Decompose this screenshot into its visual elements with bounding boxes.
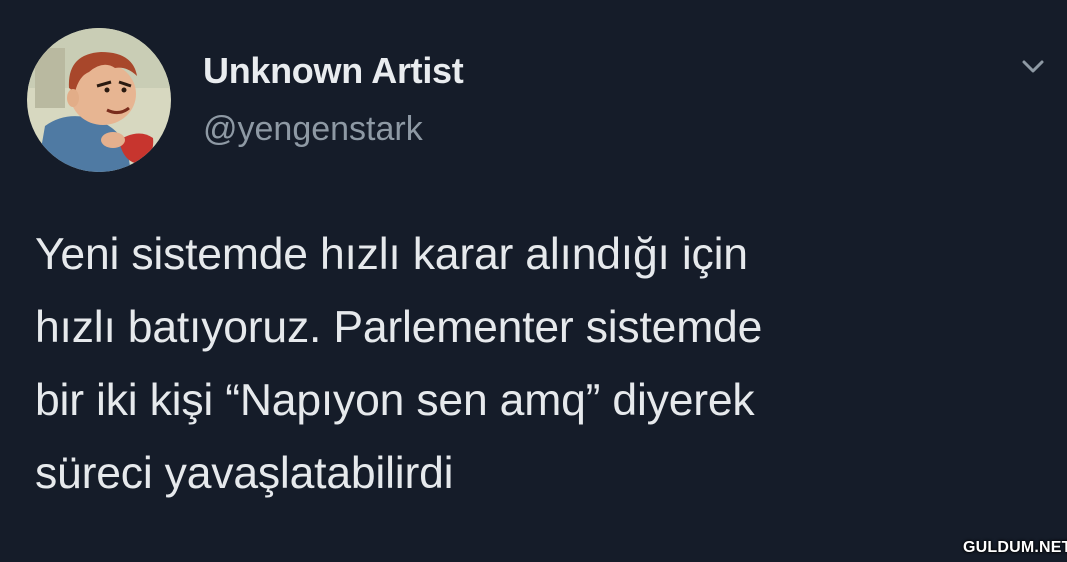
tweet-card: Unknown Artist @yengenstark Yeni sistemd… (0, 0, 1067, 562)
tweet-text-line: Yeni sistemde hızlı karar alındığı için (35, 230, 748, 279)
author-display-name[interactable]: Unknown Artist (203, 50, 464, 92)
watermark: GULDUM.NET (963, 539, 1067, 556)
tweet-menu-button[interactable] (1015, 52, 1051, 82)
chevron-down-icon (1022, 60, 1044, 73)
tweet-text-line: süreci yavaşlatabilirdi (35, 449, 454, 498)
avatar-image (27, 28, 171, 172)
tweet-text: Yeni sistemde hızlı karar alındığı için … (35, 218, 1045, 510)
tweet-text-line: bir iki kişi “Napıyon sen amq” diyerek (35, 376, 755, 425)
avatar[interactable] (27, 28, 171, 172)
author-handle[interactable]: @yengenstark (203, 110, 423, 149)
tweet-text-line: hızlı batıyoruz. Parlementer sistemde (35, 303, 763, 352)
